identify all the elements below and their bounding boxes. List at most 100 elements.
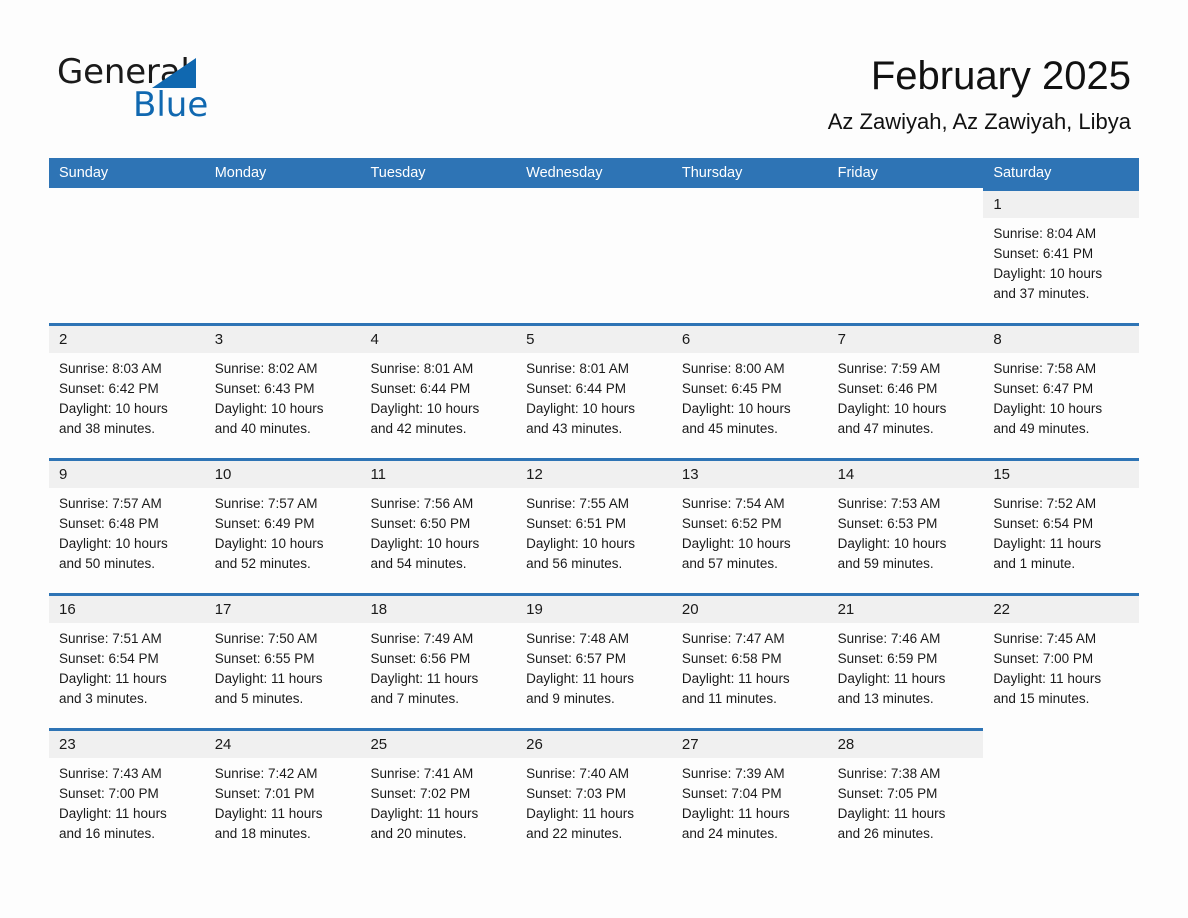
day-number-band: 2 bbox=[49, 326, 205, 353]
page-subtitle-location: Az Zawiyah, Az Zawiyah, Libya bbox=[827, 109, 1131, 134]
day-number-band: 20 bbox=[671, 596, 828, 623]
sunrise-time: Sunrise: 8:03 AM bbox=[59, 361, 162, 376]
sunrise-time: Sunrise: 7:51 AM bbox=[59, 631, 162, 646]
day-sun-info: Sunrise: 7:48 AM Sunset: 6:57 PM Daylight:… bbox=[516, 623, 672, 709]
calendar-day-cell[interactable]: 14 Sunrise: 7:53 AM Sunset: 6:53 PM Dayligh… bbox=[827, 458, 984, 593]
day-sun-info: Sunrise: 7:51 AM Sunset: 6:54 PM Daylight:… bbox=[49, 623, 205, 709]
calendar-day-cell[interactable]: 24 Sunrise: 7:42 AM Sunset: 7:01 PM Dayligh… bbox=[204, 728, 361, 863]
calendar-day-cell[interactable]: 2 Sunrise: 8:03 AM Sunset: 6:42 PM Daylight… bbox=[49, 323, 205, 458]
day-number-band: 23 bbox=[49, 731, 205, 758]
day-sun-info: Sunrise: 7:42 AM Sunset: 7:01 PM Daylight:… bbox=[205, 758, 361, 844]
calendar-page: General Blue February 2025 Az Zawiyah, A… bbox=[0, 0, 1188, 918]
weekday-header-thursday: Thursday bbox=[681, 165, 743, 181]
calendar-day-cell[interactable]: 3 Sunrise: 8:02 AM Sunset: 6:43 PM Daylight… bbox=[204, 323, 361, 458]
day-number-band: 16 bbox=[49, 596, 205, 623]
daylight-duration-line1: Daylight: 11 hours bbox=[370, 806, 479, 821]
calendar-week-row: 1 Sunrise: 8:04 AM Sunset: 6:41 PM Daylight… bbox=[49, 188, 1140, 323]
sunset-time: Sunset: 6:43 PM bbox=[214, 381, 315, 396]
daylight-duration-line1: Daylight: 11 hours bbox=[993, 671, 1102, 686]
calendar-day-cell[interactable]: 23 Sunrise: 7:43 AM Sunset: 7:00 PM Dayligh… bbox=[49, 728, 205, 863]
day-number: 3 bbox=[214, 331, 224, 348]
calendar-day-cell[interactable]: 11 Sunrise: 7:56 AM Sunset: 6:50 PM Dayligh… bbox=[360, 458, 517, 593]
sunset-time: Sunset: 6:42 PM bbox=[59, 381, 159, 396]
day-sun-info: Sunrise: 8:04 AM Sunset: 6:41 PM Daylight:… bbox=[983, 218, 1139, 304]
daylight-duration-line2: and 49 minutes. bbox=[993, 421, 1090, 436]
daylight-duration-line1: Daylight: 10 hours bbox=[837, 401, 947, 416]
day-number: 24 bbox=[214, 736, 232, 753]
calendar-week-row: 23 Sunrise: 7:43 AM Sunset: 7:00 PM Dayligh… bbox=[49, 728, 1140, 863]
sunset-time: Sunset: 7:05 PM bbox=[837, 786, 938, 801]
day-number-band: 22 bbox=[983, 596, 1140, 623]
page-header: General Blue February 2025 Az Zawiyah, A… bbox=[0, 0, 1188, 155]
daylight-duration-line1: Daylight: 11 hours bbox=[681, 671, 790, 686]
daylight-duration-line1: Daylight: 10 hours bbox=[214, 536, 324, 551]
calendar-day-cell[interactable]: 16 Sunrise: 7:51 AM Sunset: 6:54 PM Dayligh… bbox=[49, 593, 205, 728]
day-number-band bbox=[983, 731, 1139, 758]
daylight-duration-line1: Daylight: 10 hours bbox=[214, 401, 324, 416]
weekday-header-saturday: Saturday bbox=[993, 165, 1052, 181]
sunrise-time: Sunrise: 7:42 AM bbox=[214, 766, 318, 781]
calendar-day-cell[interactable]: 8 Sunrise: 7:58 AM Sunset: 6:47 PM Daylight… bbox=[983, 323, 1140, 458]
month-calendar: Sunday Monday Tuesday Wednesday Thursday Frid… bbox=[49, 158, 1140, 863]
day-number: 21 bbox=[837, 601, 855, 618]
sunrise-time: Sunrise: 7:41 AM bbox=[370, 766, 474, 781]
day-sun-info: Sunrise: 7:47 AM Sunset: 6:58 PM Daylight:… bbox=[672, 623, 828, 709]
calendar-day-cell[interactable]: 25 Sunrise: 7:41 AM Sunset: 7:02 PM Dayligh… bbox=[360, 728, 517, 863]
day-sun-info: Sunrise: 7:54 AM Sunset: 6:52 PM Daylight:… bbox=[672, 488, 828, 574]
calendar-day-cell[interactable]: 27 Sunrise: 7:39 AM Sunset: 7:04 PM Dayligh… bbox=[671, 728, 828, 863]
daylight-duration-line2: and 3 minutes. bbox=[59, 691, 148, 706]
calendar-day-cell[interactable]: 28 Sunrise: 7:38 AM Sunset: 7:05 PM Dayligh… bbox=[827, 728, 984, 863]
day-number-band: 25 bbox=[360, 731, 517, 758]
day-number-band: 11 bbox=[360, 461, 517, 488]
weekday-header-monday: Monday bbox=[214, 165, 267, 181]
calendar-day-cell[interactable]: 19 Sunrise: 7:48 AM Sunset: 6:57 PM Dayligh… bbox=[516, 593, 672, 728]
sunset-time: Sunset: 6:49 PM bbox=[214, 516, 315, 531]
calendar-day-cell[interactable]: 12 Sunrise: 7:55 AM Sunset: 6:51 PM Dayligh… bbox=[516, 458, 672, 593]
calendar-week-row: 9 Sunrise: 7:57 AM Sunset: 6:48 PM Daylight… bbox=[49, 458, 1140, 593]
day-number: 4 bbox=[370, 331, 379, 348]
day-sun-info: Sunrise: 7:40 AM Sunset: 7:03 PM Daylight:… bbox=[516, 758, 672, 844]
calendar-day-cell[interactable]: 22 Sunrise: 7:45 AM Sunset: 7:00 PM Dayligh… bbox=[983, 593, 1140, 728]
calendar-day-cell[interactable]: 5 Sunrise: 8:01 AM Sunset: 6:44 PM Daylight… bbox=[516, 323, 672, 458]
calendar-day-cell[interactable]: 9 Sunrise: 7:57 AM Sunset: 6:48 PM Daylight… bbox=[49, 458, 205, 593]
calendar-day-cell[interactable]: 13 Sunrise: 7:54 AM Sunset: 6:52 PM Dayligh… bbox=[671, 458, 828, 593]
sunset-time: Sunset: 6:55 PM bbox=[214, 651, 315, 666]
calendar-day-cell[interactable]: 26 Sunrise: 7:40 AM Sunset: 7:03 PM Dayligh… bbox=[516, 728, 672, 863]
sunset-time: Sunset: 7:04 PM bbox=[681, 786, 782, 801]
day-number: 7 bbox=[837, 331, 846, 348]
day-number-band bbox=[672, 191, 828, 218]
sunset-time: Sunset: 6:47 PM bbox=[993, 381, 1094, 396]
calendar-day-cell[interactable]: 10 Sunrise: 7:57 AM Sunset: 6:49 PM Dayligh… bbox=[204, 458, 361, 593]
day-sun-info: Sunrise: 8:02 AM Sunset: 6:43 PM Daylight:… bbox=[205, 353, 361, 439]
daylight-duration-line1: Daylight: 10 hours bbox=[59, 536, 168, 551]
sunset-time: Sunset: 6:51 PM bbox=[526, 516, 626, 531]
calendar-day-cell[interactable]: 21 Sunrise: 7:46 AM Sunset: 6:59 PM Dayligh… bbox=[827, 593, 984, 728]
day-number-band: 18 bbox=[360, 596, 517, 623]
daylight-duration-line2: and 15 minutes. bbox=[993, 691, 1090, 706]
day-sun-info: Sunrise: 7:55 AM Sunset: 6:51 PM Daylight:… bbox=[516, 488, 672, 574]
day-number: 14 bbox=[837, 466, 855, 483]
day-sun-info: Sunrise: 8:01 AM Sunset: 6:44 PM Daylight:… bbox=[516, 353, 672, 439]
daylight-duration-line2: and 26 minutes. bbox=[837, 826, 934, 841]
calendar-day-cell[interactable]: 18 Sunrise: 7:49 AM Sunset: 6:56 PM Dayligh… bbox=[360, 593, 517, 728]
calendar-week-row: 16 Sunrise: 7:51 AM Sunset: 6:54 PM Dayligh… bbox=[49, 593, 1140, 728]
day-number: 28 bbox=[837, 736, 855, 753]
day-sun-info: Sunrise: 7:53 AM Sunset: 6:53 PM Daylight:… bbox=[828, 488, 984, 574]
daylight-duration-line1: Daylight: 11 hours bbox=[526, 671, 634, 686]
calendar-day-cell[interactable]: 7 Sunrise: 7:59 AM Sunset: 6:46 PM Daylight… bbox=[827, 323, 984, 458]
calendar-day-cell-empty bbox=[204, 188, 361, 323]
sunrise-time: Sunrise: 8:04 AM bbox=[993, 226, 1097, 241]
calendar-day-cell[interactable]: 17 Sunrise: 7:50 AM Sunset: 6:55 PM Dayligh… bbox=[204, 593, 361, 728]
calendar-day-cell[interactable]: 6 Sunrise: 8:00 AM Sunset: 6:45 PM Daylight… bbox=[671, 323, 828, 458]
day-number-band: 26 bbox=[516, 731, 672, 758]
calendar-day-cell[interactable]: 15 Sunrise: 7:52 AM Sunset: 6:54 PM Dayligh… bbox=[983, 458, 1140, 593]
sunset-time: Sunset: 7:03 PM bbox=[526, 786, 626, 801]
calendar-day-cell[interactable]: 1 Sunrise: 8:04 AM Sunset: 6:41 PM Daylight… bbox=[983, 188, 1140, 323]
calendar-day-cell[interactable]: 4 Sunrise: 8:01 AM Sunset: 6:44 PM Daylight… bbox=[360, 323, 517, 458]
sunrise-time: Sunrise: 7:59 AM bbox=[837, 361, 941, 376]
daylight-duration-line2: and 47 minutes. bbox=[837, 421, 934, 436]
generalblue-logo[interactable]: General Blue bbox=[57, 52, 277, 125]
daylight-duration-line2: and 56 minutes. bbox=[526, 556, 623, 571]
calendar-day-cell[interactable]: 20 Sunrise: 7:47 AM Sunset: 6:58 PM Dayligh… bbox=[671, 593, 828, 728]
day-number: 2 bbox=[59, 331, 68, 348]
